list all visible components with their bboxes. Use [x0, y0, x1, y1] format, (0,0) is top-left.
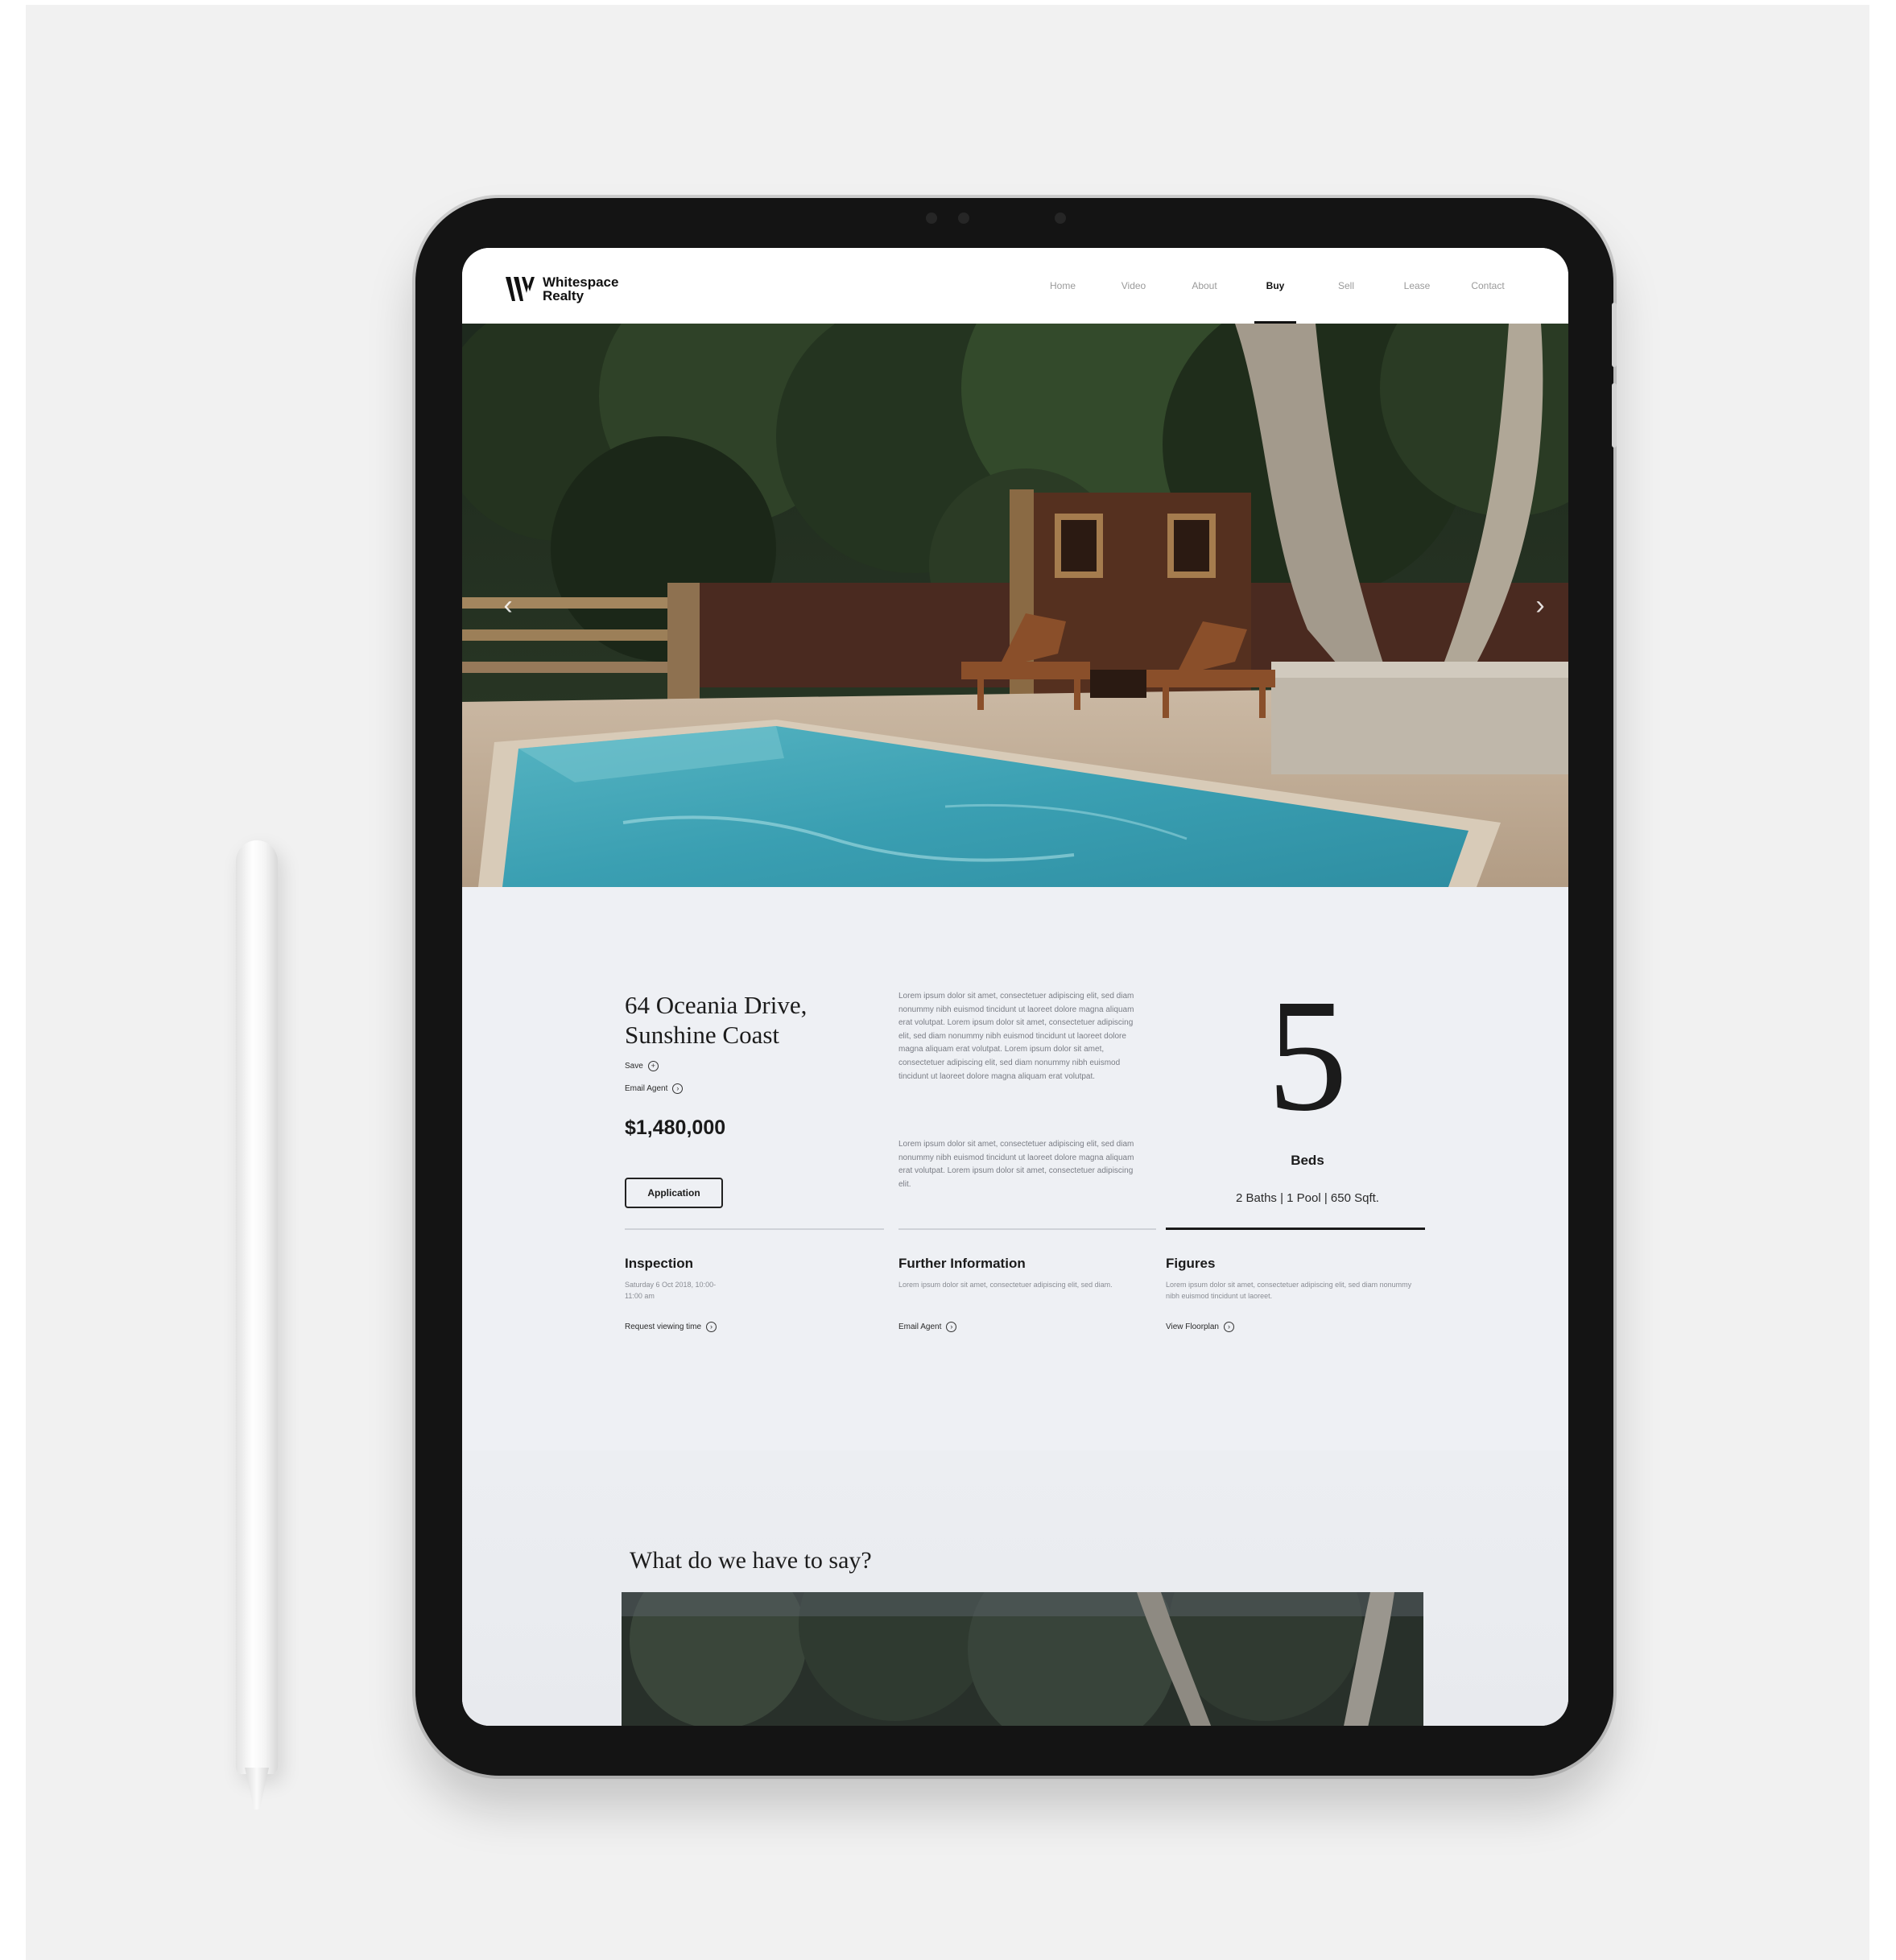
address-line2: Sunshine Coast — [625, 1021, 780, 1049]
inspection-text: Saturday 6 Oct 2018, 10:00-11:00 am — [625, 1281, 717, 1300]
carousel-prev-icon[interactable]: ‹ — [494, 589, 522, 621]
section-photo — [622, 1592, 1423, 1726]
carousel-next-icon[interactable]: › — [1526, 589, 1554, 621]
figures-text: Lorem ipsum dolor sit amet, consectetuer… — [1166, 1281, 1412, 1300]
description-paragraph-2: Lorem ipsum dolor sit amet, consectetuer… — [898, 1140, 1134, 1189]
tablet-screen: Whitespace Realty Home Video About Buy S… — [462, 248, 1568, 1726]
chevron-circle-icon: › — [1223, 1322, 1234, 1332]
beds-label: Beds — [1291, 1153, 1324, 1168]
side-button — [1612, 303, 1617, 367]
top-navigation: Whitespace Realty Home Video About Buy S… — [462, 248, 1568, 324]
view-floorplan-link[interactable]: View Floorplan › — [1166, 1322, 1234, 1332]
nav-item-lease[interactable]: Lease — [1382, 248, 1452, 324]
camera-dot — [958, 213, 969, 224]
email-agent-column-link[interactable]: Email Agent › — [898, 1322, 957, 1332]
view-floorplan-label: View Floorplan — [1166, 1322, 1219, 1331]
address-line1: 64 Oceania Drive, — [625, 991, 808, 1019]
camera-dot — [1055, 213, 1066, 224]
nav-item-buy[interactable]: Buy — [1240, 248, 1311, 324]
save-button[interactable]: Save + — [625, 1061, 659, 1071]
further-information-title: Further Information — [898, 1256, 1026, 1271]
column-divider — [898, 1228, 1156, 1230]
brand-logo[interactable]: Whitespace Realty — [504, 275, 618, 303]
testimonial-section: What do we have to say? — [462, 1450, 1568, 1726]
plus-circle-icon: + — [647, 1061, 659, 1071]
request-viewing-link[interactable]: Request viewing time › — [625, 1322, 717, 1332]
listing-price: $1,480,000 — [625, 1116, 726, 1139]
listing-detail-section: 64 Oceania Drive, Sunshine Coast Save + … — [462, 887, 1568, 1450]
hero-photo — [462, 324, 1568, 887]
save-label: Save — [625, 1062, 643, 1071]
beds-count: 5 — [1267, 967, 1348, 1145]
brand-name-line2: Realty — [543, 288, 584, 303]
camera-dot — [926, 213, 937, 224]
logo-w-icon — [506, 277, 535, 301]
request-viewing-label: Request viewing time — [625, 1322, 702, 1331]
further-information-text: Lorem ipsum dolor sit amet, consectetuer… — [898, 1281, 1113, 1289]
inspection-title: Inspection — [625, 1256, 694, 1271]
side-button — [1612, 383, 1617, 448]
nav-menu: Home Video About Buy Sell Lease Contact — [1027, 248, 1523, 324]
chevron-circle-icon: › — [672, 1083, 684, 1094]
stylus-pencil — [236, 840, 278, 1774]
chevron-circle-icon: › — [946, 1322, 957, 1332]
section-heading: What do we have to say? — [630, 1547, 872, 1574]
nav-item-video[interactable]: Video — [1098, 248, 1169, 324]
nav-item-home[interactable]: Home — [1027, 248, 1098, 324]
nav-item-sell[interactable]: Sell — [1311, 248, 1382, 324]
email-agent-link[interactable]: Email Agent › — [625, 1083, 684, 1094]
brand-name: Whitespace Realty — [543, 275, 618, 303]
nav-item-about[interactable]: About — [1169, 248, 1240, 324]
chevron-circle-icon: › — [706, 1322, 717, 1332]
email-agent-column-label: Email Agent — [898, 1322, 942, 1331]
property-stats: 2 Baths | 1 Pool | 650 Sqft. — [1236, 1191, 1379, 1205]
forest-photo — [622, 1592, 1423, 1726]
column-divider-active — [1166, 1228, 1425, 1230]
column-divider — [625, 1228, 884, 1230]
hero-photo-carousel: ‹ › — [462, 324, 1568, 887]
listing-address: 64 Oceania Drive, Sunshine Coast — [625, 990, 866, 1050]
figures-title: Figures — [1166, 1256, 1216, 1271]
nav-item-contact[interactable]: Contact — [1452, 248, 1523, 324]
application-button[interactable]: Application — [625, 1178, 723, 1208]
email-agent-label: Email Agent — [625, 1084, 668, 1093]
description-paragraph-1: Lorem ipsum dolor sit amet, consectetuer… — [898, 992, 1134, 1081]
brand-name-line1: Whitespace — [543, 274, 619, 290]
